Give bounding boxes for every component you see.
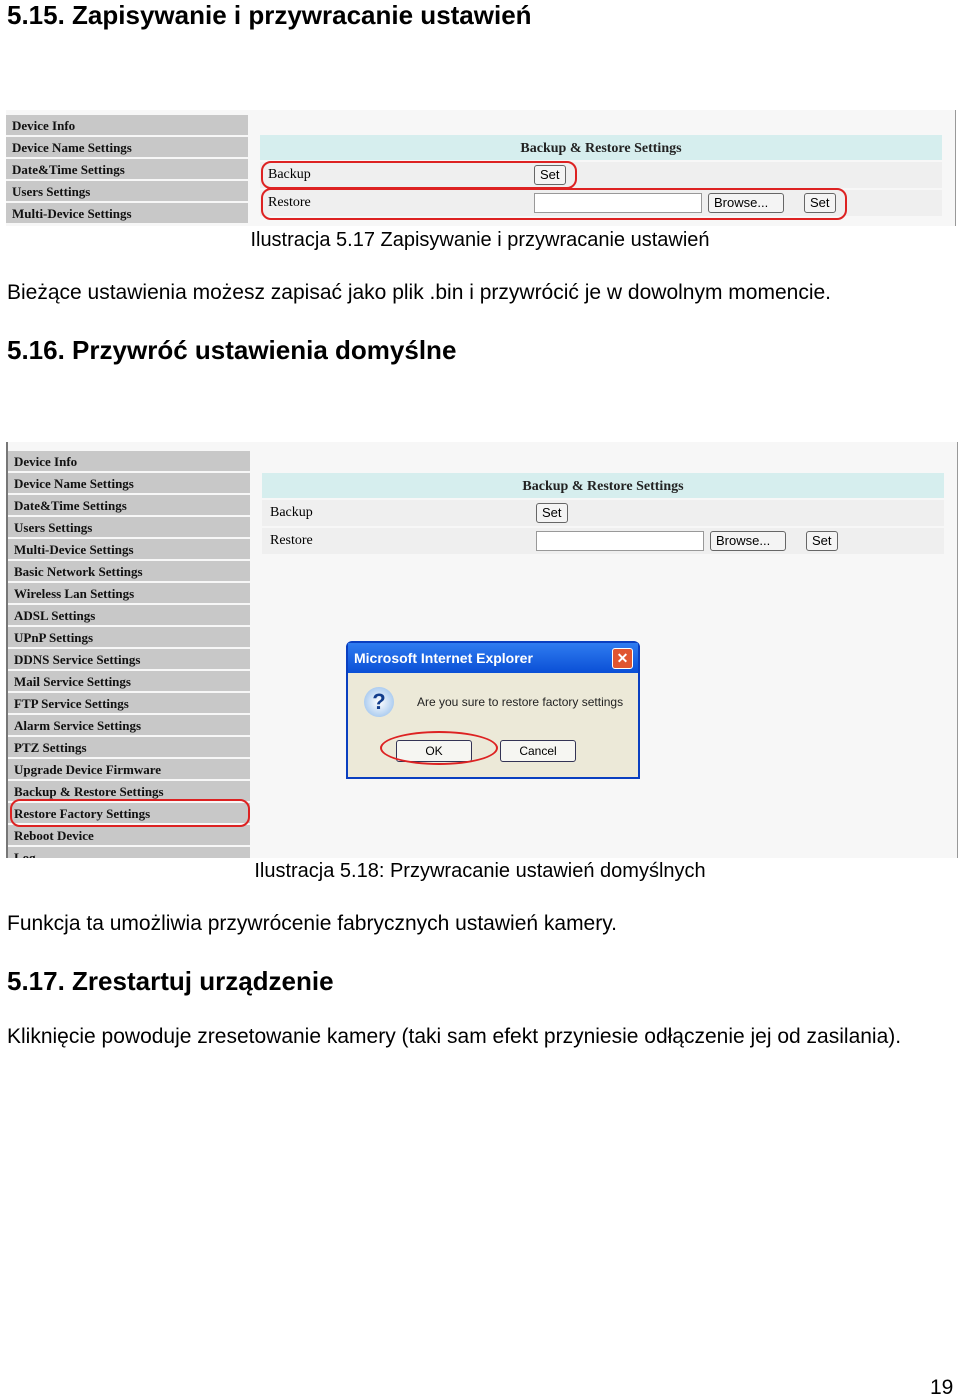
sidebar-item[interactable]: Backup & Restore Settings: [8, 781, 250, 801]
sidebar-item[interactable]: ADSL Settings: [8, 605, 250, 625]
question-icon: ?: [364, 687, 394, 717]
restore-set-button[interactable]: Set: [806, 531, 838, 551]
close-icon[interactable]: ✕: [612, 648, 633, 669]
highlight-restore-factory: [10, 799, 250, 827]
dialog-title: Microsoft Internet Explorer: [354, 650, 533, 666]
dialog-message: Are you sure to restore factory settings: [417, 695, 624, 709]
highlight-ok: [380, 731, 498, 765]
panel-title: Backup & Restore Settings: [262, 473, 944, 498]
sidebar-item[interactable]: Device Name Settings: [6, 137, 248, 157]
restore-file-input[interactable]: [536, 531, 704, 551]
sidebar-item[interactable]: Upgrade Device Firmware: [8, 759, 250, 779]
sidebar-item[interactable]: Multi-Device Settings: [8, 539, 250, 559]
backup-row: Backup Set: [262, 500, 944, 526]
cancel-button[interactable]: Cancel: [500, 740, 576, 762]
sidebar-item[interactable]: Date&Time Settings: [6, 159, 248, 179]
paragraph: Bieżące ustawienia możesz zapisać jako p…: [7, 281, 831, 304]
sidebar-item[interactable]: Wireless Lan Settings: [8, 583, 250, 603]
sidebar-item[interactable]: Device Info: [8, 451, 250, 471]
sidebar-item[interactable]: Device Name Settings: [8, 473, 250, 493]
sidebar-item[interactable]: FTP Service Settings: [8, 693, 250, 713]
sidebar-item[interactable]: Log: [8, 847, 250, 858]
page-number: 19: [930, 1376, 954, 1399]
sidebar-item[interactable]: Multi-Device Settings: [6, 203, 248, 223]
screenshot-backup-restore: Device Info Device Name Settings Date&Time…: [6, 110, 956, 226]
restore-label: Restore: [270, 533, 313, 548]
dialog-titlebar: Microsoft Internet Explorer ✕: [348, 643, 638, 673]
panel-title: Backup & Restore Settings: [260, 135, 942, 160]
figure-caption: Ilustracja 5.17 Zapisywanie i przywracan…: [250, 229, 710, 251]
sidebar-menu: Device Info Device Name Settings Date&Time…: [6, 115, 248, 225]
section-title: 5.15. Zapisywanie i przywracanie ustawie…: [7, 0, 532, 30]
sidebar-item[interactable]: PTZ Settings: [8, 737, 250, 757]
sidebar-item[interactable]: Device Info: [6, 115, 248, 135]
paragraph: Kliknięcie powoduje zresetowanie kamery …: [7, 1025, 902, 1048]
sidebar-item[interactable]: Users Settings: [8, 517, 250, 537]
highlight-backup: [261, 161, 577, 189]
sidebar-item[interactable]: Alarm Service Settings: [8, 715, 250, 735]
figure-caption: Ilustracja 5.18: Przywracanie ustawień d…: [254, 860, 706, 882]
sidebar-item[interactable]: DDNS Service Settings: [8, 649, 250, 669]
sidebar-item[interactable]: Mail Service Settings: [8, 671, 250, 691]
browse-button[interactable]: Browse...: [710, 531, 786, 551]
sidebar-menu: Device Info Device Name Settings Date&Time…: [8, 451, 250, 858]
highlight-restore: [261, 188, 847, 220]
sidebar-item[interactable]: UPnP Settings: [8, 627, 250, 647]
restore-row: Restore Browse... Set: [262, 528, 944, 554]
backup-label: Backup: [270, 505, 313, 520]
backup-restore-panel: Backup & Restore Settings Backup Set Rest…: [262, 473, 944, 554]
screenshot-restore-factory: Device Info Device Name Settings Date&Time…: [6, 442, 958, 858]
sidebar-item[interactable]: Reboot Device: [8, 825, 250, 845]
section-title: 5.16. Przywróć ustawienia domyślne: [7, 335, 457, 365]
confirm-dialog: Microsoft Internet Explorer ✕ ? Are you …: [346, 641, 640, 779]
section-title: 5.17. Zrestartuj urządzenie: [7, 966, 334, 996]
sidebar-item[interactable]: Date&Time Settings: [8, 495, 250, 515]
paragraph: Funkcja ta umożliwia przywrócenie fabryc…: [7, 912, 618, 935]
sidebar-item[interactable]: Basic Network Settings: [8, 561, 250, 581]
backup-set-button[interactable]: Set: [536, 503, 568, 523]
sidebar-item[interactable]: Users Settings: [6, 181, 248, 201]
